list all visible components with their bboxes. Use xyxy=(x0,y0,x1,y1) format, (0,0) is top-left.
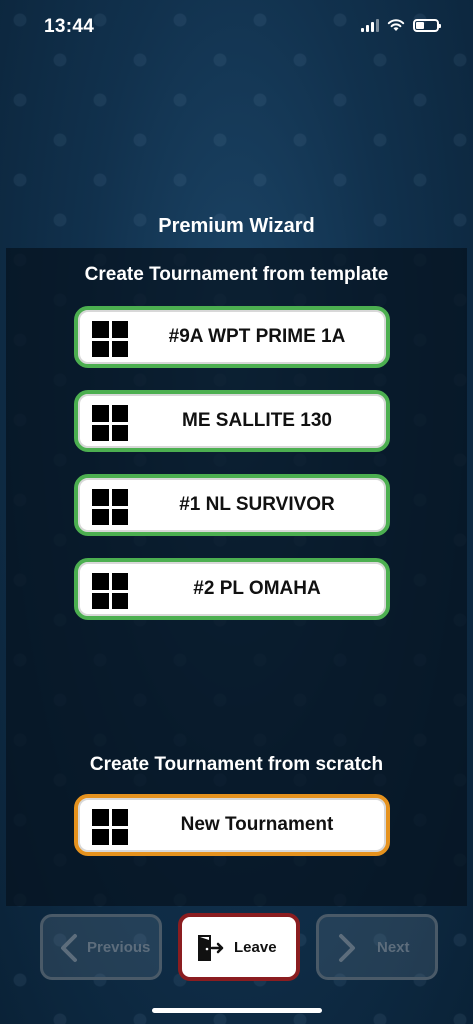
windows-icon xyxy=(92,321,128,357)
wizard-title: Premium Wizard xyxy=(158,215,315,237)
template-button-label: #9A WPT PRIME 1A xyxy=(168,326,346,347)
chevron-left-icon xyxy=(61,934,77,962)
previous-button[interactable]: Previous xyxy=(40,914,162,980)
status-icons xyxy=(361,18,441,32)
status-time: 13:44 xyxy=(44,16,95,37)
leave-button[interactable]: Leave xyxy=(178,913,300,981)
template-button-1[interactable]: #9A WPT PRIME 1A xyxy=(74,306,390,368)
template-button-4[interactable]: #2 PL OMAHA xyxy=(74,558,390,620)
new-tournament-button[interactable]: New Tournament xyxy=(74,794,390,856)
next-button[interactable]: Next xyxy=(316,914,438,980)
windows-icon xyxy=(92,405,128,441)
template-button-3[interactable]: #1 NL SURVIVOR xyxy=(74,474,390,536)
new-tournament-label: New Tournament xyxy=(180,814,334,835)
wifi-icon xyxy=(387,19,405,31)
windows-icon xyxy=(92,809,128,845)
previous-label: Previous xyxy=(87,938,151,956)
template-button-2[interactable]: ME SALLITE 130 xyxy=(74,390,390,452)
template-button-label: #1 NL SURVIVOR xyxy=(179,494,335,515)
exit-door-icon xyxy=(198,935,224,961)
template-button-label: ME SALLITE 130 xyxy=(182,410,332,431)
status-bar: 13:44 xyxy=(0,0,473,56)
next-label: Next xyxy=(377,938,410,956)
battery-icon xyxy=(413,18,441,32)
template-section-title: Create Tournament from template xyxy=(84,264,389,285)
cellular-signal-icon xyxy=(361,18,379,32)
wizard-panel: Create Tournament from template #9A WPT … xyxy=(6,248,467,906)
leave-label: Leave xyxy=(234,938,277,956)
windows-icon xyxy=(92,489,128,525)
windows-icon xyxy=(92,573,128,609)
chevron-right-icon xyxy=(339,934,355,962)
scratch-section-title: Create Tournament from scratch xyxy=(89,754,384,775)
home-indicator[interactable] xyxy=(152,1008,322,1013)
template-button-label: #2 PL OMAHA xyxy=(193,578,321,599)
